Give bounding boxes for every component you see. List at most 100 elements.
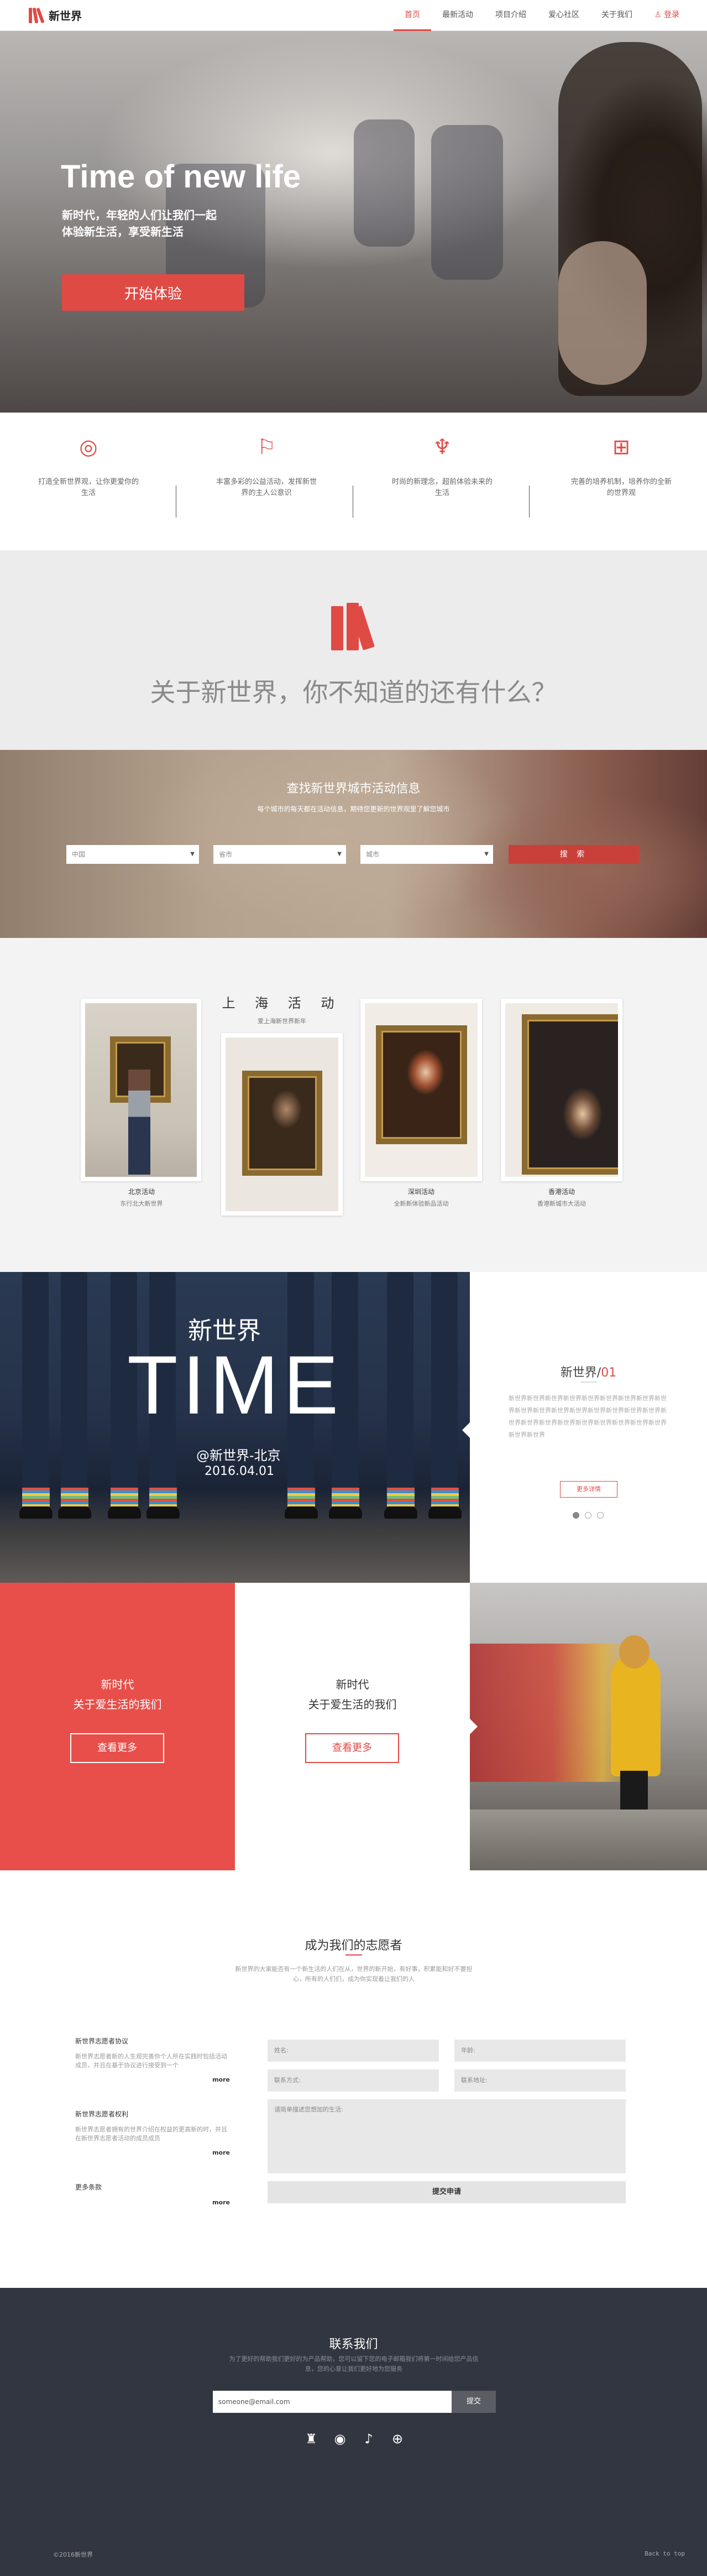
agreement-item: 新世界志愿者协议 新世界志愿者新的人生观完善你个人所在实践时包括活动成员，并且在… (75, 2036, 230, 2086)
feature-item: ◎ 打造全新世界观，让你更爱你的生活 (22, 435, 155, 499)
event-card-sub: 香港新城市大活动 (537, 1200, 586, 1207)
agreement-title: 新世界志愿者权利 (75, 2110, 129, 2118)
carousel-dot[interactable] (585, 1512, 591, 1519)
email-submit-button[interactable]: 提交 (452, 2391, 496, 2413)
bg-sock (387, 1488, 415, 1506)
carousel-dot[interactable] (573, 1512, 579, 1519)
message-textarea[interactable]: 请简单描述您想加的生活: (268, 2099, 626, 2173)
volunteer-section: 成为我们的志愿者 新世界的大家能否有一个新生活的人们在从，世界的新开始，有好事，… (0, 1870, 707, 2288)
bg-leg (387, 1272, 413, 1499)
qq-icon[interactable]: ♜ (303, 2431, 320, 2447)
start-experience-button[interactable]: 开始体验 (62, 274, 244, 311)
country-select[interactable]: 中国 ▼ (66, 845, 199, 864)
email-input[interactable]: someone@email.com (213, 2391, 452, 2413)
country-select-value: 中国 (72, 851, 86, 858)
user-icon: ♙ (654, 11, 664, 19)
dribbble-icon[interactable]: ⊕ (389, 2431, 406, 2447)
bg-platform (470, 1810, 707, 1870)
menu-item-home[interactable]: 首页 (393, 0, 431, 31)
hero-subtitle-line: 新时代，年轻的人们让我们一起 (62, 208, 217, 222)
agreement-title: 新世界志愿者协议 (75, 2037, 129, 2045)
agreement-item: 新世界志愿者权利 新世界志愿者拥有的世界介绍在权益的更高新的时，并且在新世界志愿… (75, 2109, 230, 2159)
view-more-button[interactable]: 查看更多 (305, 1733, 399, 1763)
logo-text: 新世界 (49, 9, 82, 23)
submit-application-button[interactable]: 提交申请 (268, 2181, 626, 2203)
bg-person-head (619, 1635, 650, 1668)
events-title: 上 海 活 动 (222, 995, 342, 1011)
about-band: 关于新世界，你不知道的还有什么？ (0, 551, 707, 750)
hero-subtitle-line: 体验新生活，享受新生活 (62, 225, 184, 238)
hero-title: Time of new life (61, 159, 301, 195)
province-select[interactable]: 省市 ▼ (213, 845, 346, 864)
about-title: 关于新世界，你不知道的还有什么？ (150, 677, 557, 707)
city-search: 查找新世界城市活动信息 每个城市的每天都在活动信息，期待您更新的世界观里了解您城… (0, 750, 707, 938)
event-image (365, 1003, 478, 1177)
visitor-figure (128, 1070, 150, 1175)
divider (529, 486, 530, 518)
promo-line1: 新时代 (101, 1678, 134, 1691)
more-details-button[interactable]: 更多详情 (560, 1481, 617, 1498)
promo-section: 新时代 关于爱生活的我们 查看更多 新时代 关于爱生活的我们 查看更多 (0, 1583, 707, 1870)
event-card-name: 香港活动 (548, 1188, 575, 1196)
hero-bg-seat (354, 119, 415, 247)
name-field[interactable]: 姓名: (268, 2040, 439, 2062)
login-link[interactable]: ♙ 登录 (643, 0, 690, 31)
event-card[interactable] (81, 999, 201, 1181)
twitter-icon[interactable]: ♪ (360, 2431, 377, 2447)
caret-down-icon: ▼ (484, 851, 489, 857)
promo-red-tile: 新时代 关于爱生活的我们 查看更多 (0, 1583, 235, 1870)
bg-shoe (285, 1506, 318, 1519)
contact-field[interactable]: 联系方式: (268, 2069, 439, 2092)
promo-line2: 关于爱生活的我们 (308, 1698, 397, 1711)
more-link[interactable]: more (212, 2149, 230, 2156)
contact-title: 联系我们 (329, 2338, 378, 2351)
volunteer-title: 成为我们的志愿者 (305, 1939, 402, 1953)
bg-shoe (108, 1506, 141, 1519)
menu-item-latest-events[interactable]: 最新活动 (431, 0, 484, 31)
agreement-body: 新世界志愿者拥有的世界介绍在权益的更高新的时，并且在新世界志愿者活动的成员成员 (75, 2126, 227, 2142)
features-row: ◎ 打造全新世界观，让你更爱你的生活 ⚐ 丰富多彩的公益活动，发挥新世界的主人公… (0, 413, 707, 551)
time-big-title: TIME (127, 1338, 343, 1431)
divider (345, 1954, 362, 1956)
events-section: 上 海 活 动 爱上海新世界新年 北京活动 东行北大新世界 深圳活动 全新新体验… (0, 938, 707, 1272)
event-card-sub: 全新新体验新品活动 (394, 1200, 449, 1207)
city-select[interactable]: 城市 ▼ (360, 845, 493, 864)
time-feature-image: 新世界 TIME @新世界-北京 2016.04.01 (0, 1272, 470, 1583)
bg-leg (431, 1272, 458, 1499)
painting-frame (522, 1014, 618, 1175)
menu-item-about[interactable]: 关于我们 (590, 0, 643, 31)
bg-shoe (146, 1506, 180, 1519)
bg-shoe (58, 1506, 91, 1519)
more-link[interactable]: more (212, 2076, 230, 2083)
panel-title: 新世界/01 (470, 1363, 707, 1380)
bg-shoe (19, 1506, 53, 1519)
hero-bg-seat (431, 125, 503, 280)
panel-title-text: 新世界/ (560, 1366, 601, 1380)
age-field[interactable]: 年龄: (454, 2040, 626, 2062)
feature-text: 时尚的新理念，超前体验未来的生活 (391, 478, 493, 497)
caret-down-icon: ▼ (337, 851, 342, 857)
promo-white-tile: 新时代 关于爱生活的我们 查看更多 (235, 1583, 478, 1870)
more-link[interactable]: more (212, 2199, 230, 2206)
weibo-icon[interactable]: ◉ (332, 2431, 348, 2447)
logo[interactable]: 新世界 (29, 7, 82, 23)
event-card[interactable] (501, 999, 622, 1181)
menu-item-community[interactable]: 爱心社区 (537, 0, 590, 31)
bg-shoe (329, 1506, 362, 1519)
search-button[interactable]: 搜 索 (509, 845, 639, 864)
time-section: 新世界 TIME @新世界-北京 2016.04.01 新世界/01 新世界新世… (0, 1272, 707, 1583)
promo-line1: 新时代 (336, 1678, 369, 1691)
books-logo-icon (29, 7, 45, 23)
painting-frame (376, 1025, 467, 1144)
view-more-button[interactable]: 查看更多 (70, 1733, 164, 1763)
address-field[interactable]: 联系地址: (454, 2069, 626, 2092)
carousel-dot[interactable] (597, 1512, 604, 1519)
event-card-sub: 东行北大新世界 (120, 1200, 163, 1207)
grid-icon: ⊞ (612, 435, 630, 459)
event-card[interactable] (221, 1033, 343, 1216)
menu-item-projects[interactable]: 项目介绍 (484, 0, 537, 31)
flag-icon: ⚐ (256, 435, 276, 459)
event-card[interactable] (360, 999, 482, 1181)
hero-subtitle: 新时代，年轻的人们让我们一起 体验新生活，享受新生活 (62, 207, 261, 240)
back-to-top-link[interactable]: Back to top (645, 2550, 685, 2557)
